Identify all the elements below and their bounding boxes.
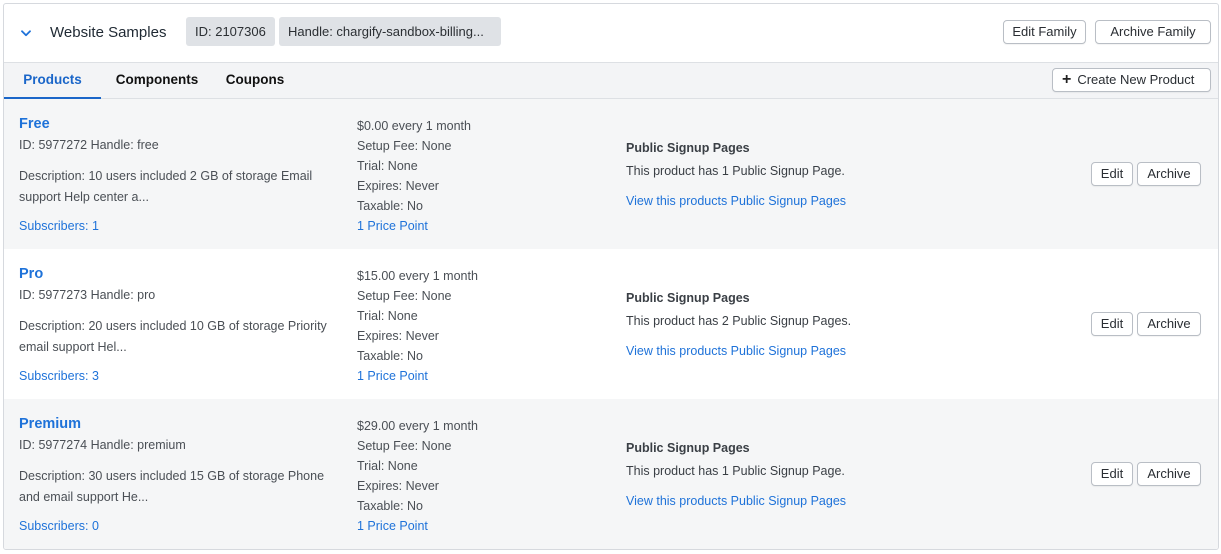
chevron-down-icon[interactable] — [17, 24, 35, 42]
product-description: Description: 30 users included 15 GB of … — [19, 469, 325, 504]
taxable: Taxable: No — [357, 349, 424, 363]
setup-fee: Setup Fee: None — [357, 289, 452, 303]
subscribers-link[interactable]: Subscribers: 3 — [19, 368, 99, 384]
product-meta: ID: 5977273 Handle: pro — [19, 288, 156, 302]
trial: Trial: None — [357, 459, 418, 473]
trial: Trial: None — [357, 309, 418, 323]
edit-family-button[interactable]: Edit Family — [1003, 20, 1086, 44]
archive-family-button[interactable]: Archive Family — [1095, 20, 1211, 44]
product-meta: ID: 5977272 Handle: free — [19, 138, 159, 152]
product-name-link[interactable]: Premium — [19, 415, 81, 433]
product-meta: ID: 5977274 Handle: premium — [19, 438, 186, 452]
product-row: Free ID: 5977272 Handle: free Descriptio… — [4, 99, 1218, 249]
product-row: Pro ID: 5977273 Handle: pro Description:… — [4, 249, 1218, 399]
family-handle-badge: Handle: chargify-sandbox-billing... — [279, 17, 501, 46]
price: $0.00 every 1 month — [357, 119, 471, 133]
signup-pages-title: Public Signup Pages — [626, 441, 750, 455]
family-id-badge: ID: 2107306 — [186, 17, 275, 46]
public-signup-pages: Public Signup Pages This product has 1 P… — [626, 140, 846, 209]
archive-product-button[interactable]: Archive — [1137, 462, 1201, 486]
subscribers-link[interactable]: Subscribers: 1 — [19, 218, 99, 234]
price-points-link[interactable]: 1 Price Point — [357, 516, 478, 536]
plus-icon: + — [1062, 71, 1072, 88]
view-signup-pages-link[interactable]: View this products Public Signup Pages — [626, 193, 846, 209]
setup-fee: Setup Fee: None — [357, 139, 452, 153]
product-name-link[interactable]: Free — [19, 115, 50, 133]
signup-pages-count: This product has 2 Public Signup Pages. — [626, 314, 852, 328]
pricing-info: $15.00 every 1 month Setup Fee: None Tri… — [357, 266, 478, 386]
product-description: Description: 10 users included 2 GB of s… — [19, 169, 313, 204]
tabs-bar: Products Components Coupons + Create New… — [4, 62, 1218, 99]
price-points-link[interactable]: 1 Price Point — [357, 216, 471, 236]
tab-coupons[interactable]: Coupons — [222, 63, 288, 99]
taxable: Taxable: No — [357, 499, 424, 513]
signup-pages-count: This product has 1 Public Signup Page. — [626, 164, 845, 178]
expires: Expires: Never — [357, 179, 439, 193]
signup-pages-title: Public Signup Pages — [626, 141, 750, 155]
signup-pages-title: Public Signup Pages — [626, 291, 750, 305]
product-row: Premium ID: 5977274 Handle: premium Desc… — [4, 399, 1218, 549]
expires: Expires: Never — [357, 329, 439, 343]
family-header: Website Samples ID: 2107306 Handle: char… — [4, 4, 1218, 62]
family-title: Website Samples — [50, 24, 167, 41]
expires: Expires: Never — [357, 479, 439, 493]
edit-product-button[interactable]: Edit — [1091, 312, 1133, 336]
product-name-link[interactable]: Pro — [19, 265, 43, 283]
price: $15.00 every 1 month — [357, 269, 478, 283]
public-signup-pages: Public Signup Pages This product has 2 P… — [626, 290, 851, 359]
product-list: Free ID: 5977272 Handle: free Descriptio… — [4, 99, 1218, 549]
pricing-info: $0.00 every 1 month Setup Fee: None Tria… — [357, 116, 471, 236]
trial: Trial: None — [357, 159, 418, 173]
tab-products[interactable]: Products — [4, 63, 101, 99]
subscribers-link[interactable]: Subscribers: 0 — [19, 518, 99, 534]
price: $29.00 every 1 month — [357, 419, 478, 433]
create-new-product-button[interactable]: + Create New Product — [1052, 68, 1211, 92]
public-signup-pages: Public Signup Pages This product has 1 P… — [626, 440, 846, 509]
product-family-panel: Website Samples ID: 2107306 Handle: char… — [3, 3, 1219, 550]
tab-components[interactable]: Components — [110, 63, 204, 99]
view-signup-pages-link[interactable]: View this products Public Signup Pages — [626, 493, 846, 509]
edit-product-button[interactable]: Edit — [1091, 162, 1133, 186]
price-points-link[interactable]: 1 Price Point — [357, 366, 478, 386]
setup-fee: Setup Fee: None — [357, 439, 452, 453]
archive-product-button[interactable]: Archive — [1137, 162, 1201, 186]
taxable: Taxable: No — [357, 199, 424, 213]
pricing-info: $29.00 every 1 month Setup Fee: None Tri… — [357, 416, 478, 536]
edit-product-button[interactable]: Edit — [1091, 462, 1133, 486]
product-description: Description: 20 users included 10 GB of … — [19, 319, 327, 354]
view-signup-pages-link[interactable]: View this products Public Signup Pages — [626, 343, 851, 359]
archive-product-button[interactable]: Archive — [1137, 312, 1201, 336]
signup-pages-count: This product has 1 Public Signup Page. — [626, 464, 845, 478]
create-new-product-label: Create New Product — [1077, 72, 1195, 87]
